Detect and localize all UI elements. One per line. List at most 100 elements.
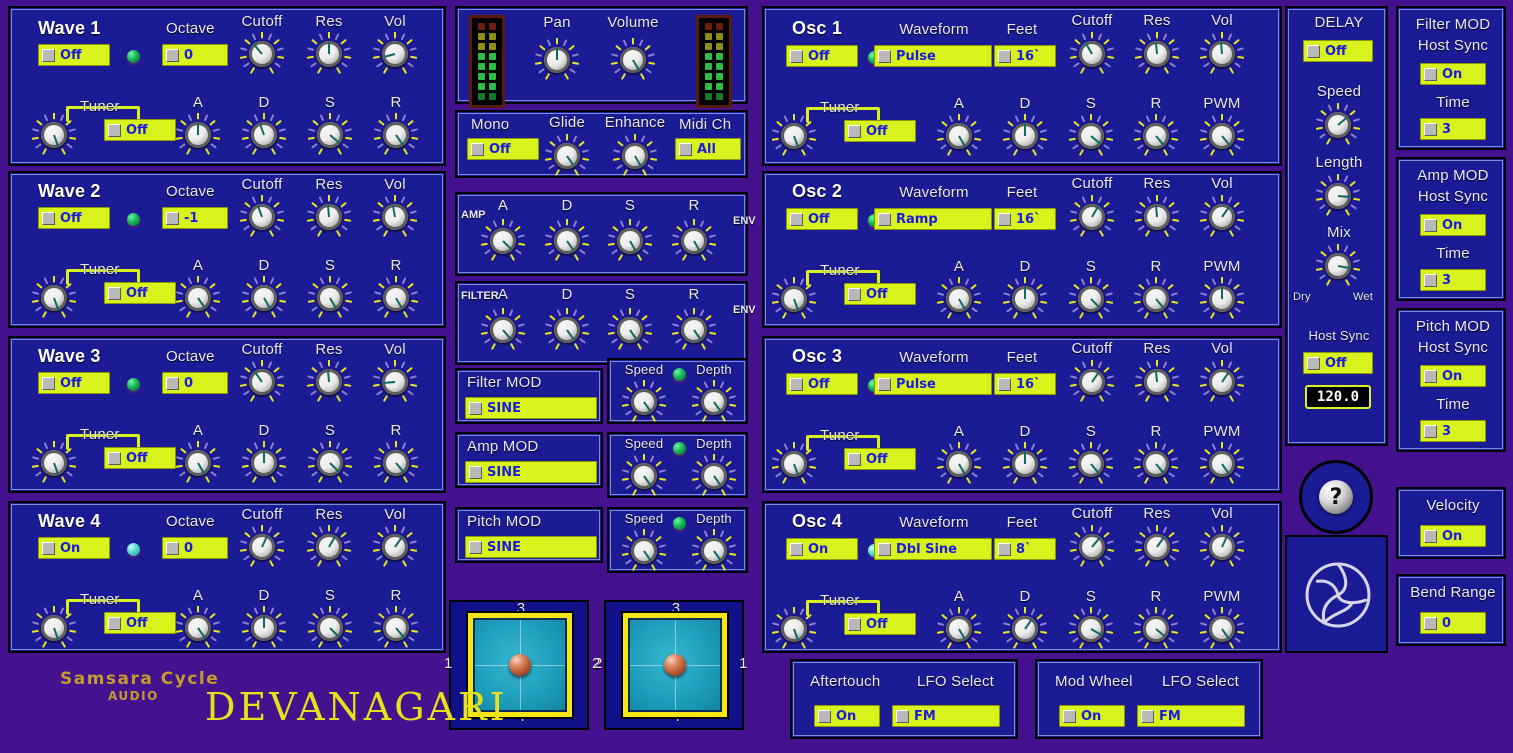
osc-2-vol-knob[interactable]	[1200, 195, 1244, 239]
osc-2-attack-knob[interactable]	[937, 277, 981, 321]
volume-knob[interactable]	[611, 38, 655, 82]
wave-2-tuner-button[interactable]: Off	[104, 282, 176, 304]
osc-1-sustain-knob[interactable]	[1069, 114, 1113, 158]
bend-range-button[interactable]: 0	[1420, 612, 1486, 634]
osc-3-cutoff-knob[interactable]	[1070, 360, 1114, 404]
wave-4-release-knob[interactable]	[374, 606, 418, 650]
delay-tempo-readout[interactable]: 120.0	[1305, 385, 1371, 409]
wave-1-release-knob[interactable]	[374, 113, 418, 157]
wave-3-decay-knob[interactable]	[242, 441, 286, 485]
filter-mod-host-sync-button[interactable]: On	[1420, 63, 1486, 85]
pitch-mod-host-sync-button[interactable]: On	[1420, 365, 1486, 387]
osc-3-feet-button[interactable]: 16`	[994, 373, 1056, 395]
amp-env-decay-knob[interactable]	[545, 219, 589, 263]
wave-1-octave-button[interactable]: 0	[162, 44, 228, 66]
wave-3-sustain-knob[interactable]	[308, 441, 352, 485]
wave-3-octave-button[interactable]: 0	[162, 372, 228, 394]
filter-mod-depth-knob[interactable]	[692, 380, 736, 424]
osc-4-pwm-knob[interactable]	[1200, 607, 1244, 651]
osc-4-tuner-button[interactable]: Off	[844, 613, 916, 635]
help-button[interactable]: ?	[1299, 460, 1373, 534]
amp-mod-shape-button[interactable]: SINE	[465, 461, 597, 483]
osc-1-attack-knob[interactable]	[937, 114, 981, 158]
osc-1-release-knob[interactable]	[1134, 114, 1178, 158]
osc-4-waveform-button[interactable]: Dbl Sine	[874, 538, 992, 560]
xy-pad-2-surface[interactable]	[628, 618, 722, 712]
osc-1-tuner-button[interactable]: Off	[844, 120, 916, 142]
osc-3-pwm-knob[interactable]	[1200, 442, 1244, 486]
wave-3-tuner-knob[interactable]	[32, 441, 76, 485]
wave-4-power-button[interactable]: On	[38, 537, 110, 559]
filter-env-sustain-knob[interactable]	[608, 308, 652, 352]
osc-4-feet-button[interactable]: 8`	[994, 538, 1056, 560]
wave-2-tuner-knob[interactable]	[32, 276, 76, 320]
osc-3-power-button[interactable]: Off	[786, 373, 858, 395]
enhance-knob[interactable]	[613, 134, 657, 178]
wave-3-power-button[interactable]: Off	[38, 372, 110, 394]
osc-4-release-knob[interactable]	[1134, 607, 1178, 651]
filter-mod-time-button[interactable]: 3	[1420, 118, 1486, 140]
wave-1-tuner-knob[interactable]	[32, 113, 76, 157]
wave-4-vol-knob[interactable]	[373, 525, 417, 569]
wave-4-attack-knob[interactable]	[176, 606, 220, 650]
delay-host-sync-button[interactable]: Off	[1303, 352, 1373, 374]
velocity-button[interactable]: On	[1420, 525, 1486, 547]
wave-3-attack-knob[interactable]	[176, 441, 220, 485]
amp-mod-depth-knob[interactable]	[692, 454, 736, 498]
xy-pad-2[interactable]	[623, 613, 727, 717]
osc-1-pwm-knob[interactable]	[1200, 114, 1244, 158]
osc-3-sustain-knob[interactable]	[1069, 442, 1113, 486]
wave-4-cutoff-knob[interactable]	[240, 525, 284, 569]
filter-mod-speed-knob[interactable]	[622, 380, 666, 424]
wave-4-octave-button[interactable]: 0	[162, 537, 228, 559]
osc-2-res-knob[interactable]	[1135, 195, 1179, 239]
filter-env-attack-knob[interactable]	[481, 308, 525, 352]
osc-3-attack-knob[interactable]	[937, 442, 981, 486]
wave-2-vol-knob[interactable]	[373, 195, 417, 239]
osc-2-tuner-knob[interactable]	[772, 277, 816, 321]
aftertouch-lfo-button[interactable]: FM	[892, 705, 1000, 727]
amp-mod-speed-knob[interactable]	[622, 454, 666, 498]
wave-4-sustain-knob[interactable]	[308, 606, 352, 650]
osc-3-decay-knob[interactable]	[1003, 442, 1047, 486]
wave-2-decay-knob[interactable]	[242, 276, 286, 320]
wave-2-power-button[interactable]: Off	[38, 207, 110, 229]
wave-3-vol-knob[interactable]	[373, 360, 417, 404]
osc-3-res-knob[interactable]	[1135, 360, 1179, 404]
osc-4-power-button[interactable]: On	[786, 538, 858, 560]
amp-env-release-knob[interactable]	[672, 219, 716, 263]
osc-3-vol-knob[interactable]	[1200, 360, 1244, 404]
wave-1-cutoff-knob[interactable]	[240, 32, 284, 76]
wave-1-tuner-button[interactable]: Off	[104, 119, 176, 141]
mod-wheel-lfo-button[interactable]: FM	[1137, 705, 1245, 727]
pitch-mod-speed-knob[interactable]	[622, 529, 666, 573]
osc-1-feet-button[interactable]: 16`	[994, 45, 1056, 67]
amp-mod-time-button[interactable]: 3	[1420, 269, 1486, 291]
wave-1-vol-knob[interactable]	[373, 32, 417, 76]
glide-knob[interactable]	[545, 134, 589, 178]
pitch-mod-time-button[interactable]: 3	[1420, 420, 1486, 442]
mod-wheel-button[interactable]: On	[1059, 705, 1125, 727]
delay-mix-knob[interactable]	[1316, 244, 1360, 288]
amp-env-sustain-knob[interactable]	[608, 219, 652, 263]
osc-4-decay-knob[interactable]	[1003, 607, 1047, 651]
xy-pad-1-handle[interactable]	[509, 654, 531, 676]
osc-4-tuner-knob[interactable]	[772, 607, 816, 651]
osc-1-vol-knob[interactable]	[1200, 32, 1244, 76]
osc-2-pwm-knob[interactable]	[1200, 277, 1244, 321]
osc-1-res-knob[interactable]	[1135, 32, 1179, 76]
wave-1-decay-knob[interactable]	[242, 113, 286, 157]
pan-knob[interactable]	[535, 38, 579, 82]
wave-2-sustain-knob[interactable]	[308, 276, 352, 320]
osc-2-power-button[interactable]: Off	[786, 208, 858, 230]
wave-1-power-button[interactable]: Off	[38, 44, 110, 66]
wave-2-release-knob[interactable]	[374, 276, 418, 320]
mono-button[interactable]: Off	[467, 138, 539, 160]
wave-2-res-knob[interactable]	[307, 195, 351, 239]
osc-2-feet-button[interactable]: 16`	[994, 208, 1056, 230]
osc-2-release-knob[interactable]	[1134, 277, 1178, 321]
wave-3-tuner-button[interactable]: Off	[104, 447, 176, 469]
osc-3-tuner-button[interactable]: Off	[844, 448, 916, 470]
wave-3-res-knob[interactable]	[307, 360, 351, 404]
wave-1-attack-knob[interactable]	[176, 113, 220, 157]
